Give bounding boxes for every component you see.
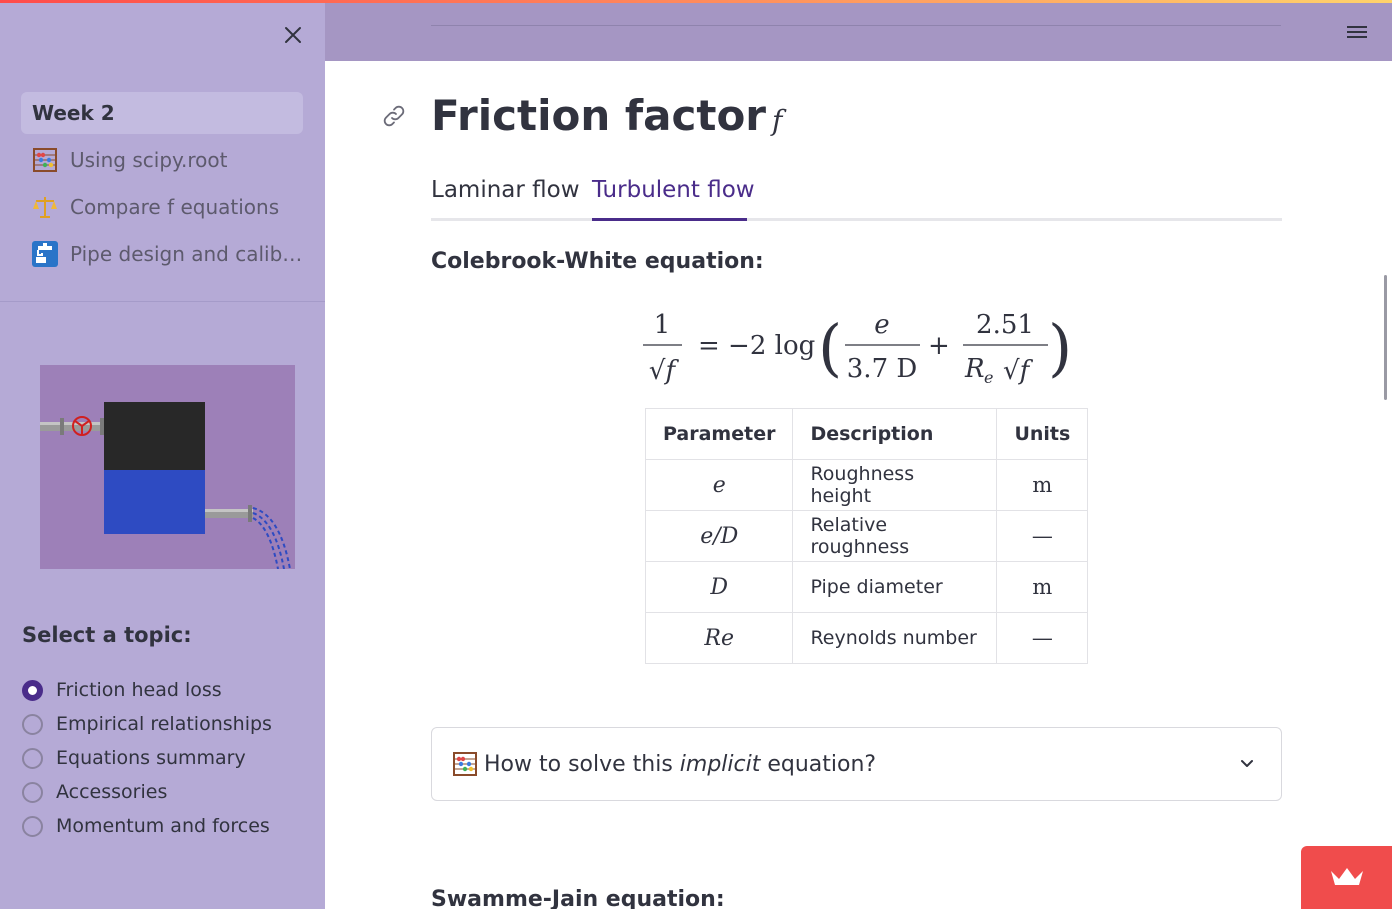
table-cell-units: m	[996, 459, 1089, 511]
sidebar-item-using-scipy-root[interactable]: Using scipy.root	[21, 139, 303, 181]
close-icon[interactable]	[280, 22, 306, 48]
page-title: Friction factor f	[431, 91, 782, 140]
radio-label: Equations summary	[56, 747, 246, 769]
eq-term2-denominator-sub: e	[984, 368, 993, 387]
header-divider	[431, 25, 1281, 26]
colebrook-white-equation: 1 √f = −2 log ( e 3.7 D + 2.51 R e √f )	[640, 301, 1075, 391]
sidebar-item-label: Pipe design and calibr…	[70, 242, 303, 266]
topic-option-empirical-relationships[interactable]: Empirical relationships	[22, 707, 272, 741]
topic-heading: Select a topic:	[22, 623, 192, 647]
section-heading-colebrook: Colebrook-White equation:	[431, 249, 764, 274]
top-decoration-bar	[0, 0, 1392, 3]
sidebar: Week 2 Using scipy.root Compare f equati…	[0, 0, 325, 909]
radio-button[interactable]	[22, 747, 43, 769]
column-header-description: Description	[792, 408, 998, 460]
sidebar-nav: Week 2 Using scipy.root Compare f equati…	[21, 92, 303, 280]
table-cell-units: —	[996, 612, 1089, 664]
expander-label-end: equation?	[760, 751, 877, 777]
table-cell-units: —	[996, 510, 1089, 562]
column-header-parameter: Parameter	[644, 408, 794, 460]
radio-label: Accessories	[56, 781, 168, 803]
topic-option-momentum-and-forces[interactable]: Momentum and forces	[22, 809, 272, 843]
eq-term2-denominator-root: √f	[1003, 356, 1034, 386]
radio-button-checked[interactable]	[22, 679, 43, 701]
table-cell-description: Relative roughness	[792, 510, 998, 562]
implicit-equation-expander[interactable]: How to solve this implicit equation?	[431, 727, 1282, 801]
eq-term1-denominator: 3.7 D	[847, 354, 917, 384]
radio-label: Friction head loss	[56, 679, 222, 701]
parameter-table: Parameter Description Units e Roughness …	[644, 408, 1089, 664]
eq-term2-numerator: 2.51	[976, 310, 1034, 340]
table-cell-description: Reynolds number	[792, 612, 998, 664]
link-icon[interactable]	[382, 104, 406, 128]
scrollbar-thumb[interactable]	[1384, 275, 1387, 400]
streamlit-badge[interactable]	[1301, 846, 1392, 909]
topic-option-accessories[interactable]: Accessories	[22, 775, 272, 809]
table-cell-units: m	[996, 561, 1089, 613]
eq-lhs-numerator: 1	[654, 310, 671, 340]
abacus-icon	[452, 751, 478, 777]
radio-button[interactable]	[22, 815, 43, 837]
section-heading-swamme-jain: Swamme-Jain equation:	[431, 887, 725, 909]
eq-plus: +	[928, 331, 950, 361]
tab-bar: Laminar flow Turbulent flow	[431, 171, 1282, 221]
topic-option-equations-summary[interactable]: Equations summary	[22, 741, 272, 775]
eq-lhs-denominator: √f	[649, 356, 680, 386]
hamburger-menu-icon[interactable]	[1346, 22, 1368, 42]
radio-button[interactable]	[22, 713, 43, 735]
abacus-icon	[32, 147, 58, 173]
faucet-icon	[32, 241, 58, 267]
chevron-down-icon[interactable]	[1237, 754, 1257, 774]
page-title-text: Friction factor	[431, 91, 767, 140]
table-row: e/D Relative roughness —	[644, 510, 1089, 562]
radio-label: Momentum and forces	[56, 815, 270, 837]
eq-term1-numerator: e	[874, 310, 889, 340]
table-cell-description: Roughness height	[792, 459, 998, 511]
topic-radio-group: Friction head loss Empirical relationshi…	[22, 673, 272, 843]
tab-turbulent-flow[interactable]: Turbulent flow	[592, 177, 755, 203]
expander-label: How to solve this implicit equation?	[484, 752, 876, 777]
sidebar-item-label: Using scipy.root	[70, 148, 228, 172]
sidebar-item-label: Week 2	[32, 101, 115, 125]
topic-option-friction-head-loss[interactable]: Friction head loss	[22, 673, 272, 707]
main-content: Friction factor f Laminar flow Turbulent …	[325, 61, 1392, 909]
sidebar-item-pipe-design[interactable]: Pipe design and calibr…	[21, 233, 303, 275]
radio-button[interactable]	[22, 781, 43, 803]
eq-close-paren: )	[1048, 311, 1072, 384]
table-cell-param: Re	[644, 612, 794, 664]
table-row: D Pipe diameter m	[644, 561, 1089, 613]
scales-icon	[32, 194, 58, 220]
sidebar-item-compare-f-equations[interactable]: Compare f equations	[21, 186, 303, 228]
column-header-units: Units	[996, 408, 1089, 460]
expander-label-start: How to solve this	[484, 751, 680, 777]
eq-term2-denominator-base: R	[964, 354, 985, 384]
sidebar-item-week-2[interactable]: Week 2	[21, 92, 303, 134]
eq-open-paren: (	[818, 311, 842, 384]
tab-laminar-flow[interactable]: Laminar flow	[431, 177, 580, 203]
page-title-symbol: f	[772, 104, 783, 137]
active-tab-indicator	[592, 218, 747, 221]
table-cell-description: Pipe diameter	[792, 561, 998, 613]
tank-illustration	[40, 365, 295, 570]
sidebar-divider	[0, 301, 325, 302]
expander-label-emphasis: implicit	[679, 751, 761, 777]
table-header-row: Parameter Description Units	[644, 408, 1089, 460]
table-row: e Roughness height m	[644, 459, 1089, 511]
table-row: Re Reynolds number —	[644, 612, 1089, 664]
crown-icon	[1329, 865, 1365, 891]
app-header	[325, 0, 1392, 61]
table-cell-param: e/D	[644, 510, 794, 562]
table-cell-param: e	[644, 459, 794, 511]
table-cell-param: D	[644, 561, 794, 613]
sidebar-item-label: Compare f equations	[70, 195, 280, 219]
radio-label: Empirical relationships	[56, 713, 272, 735]
eq-coefficient: = −2 log	[698, 331, 815, 361]
